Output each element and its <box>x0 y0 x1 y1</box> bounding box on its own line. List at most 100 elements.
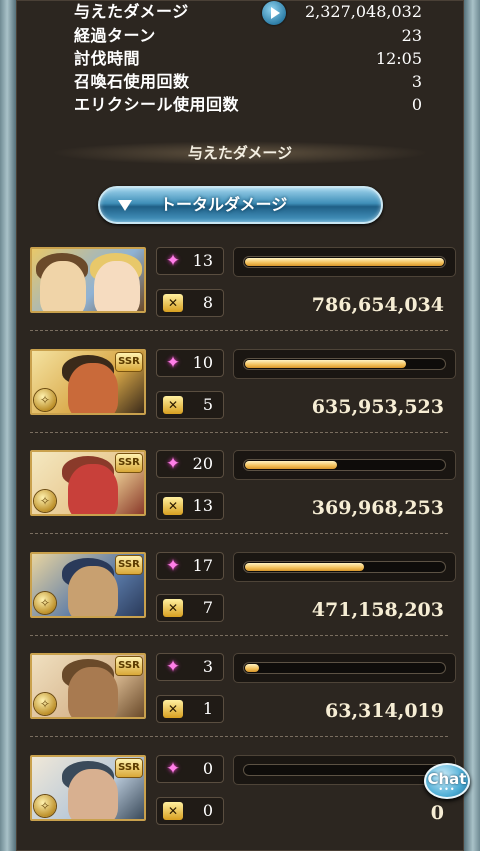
summary-value: 12:05 <box>375 49 422 68</box>
skill-count: 17 <box>192 556 213 575</box>
damage-gauge <box>233 247 456 277</box>
chain-burst-icon: ✕ <box>163 497 183 515</box>
skill-count: 20 <box>192 454 213 473</box>
play-icon[interactable] <box>262 1 286 25</box>
gauge-track <box>243 662 446 674</box>
character-portrait[interactable]: SSR ✧ <box>30 755 146 821</box>
chain-count-box: ✕ 5 <box>156 391 224 419</box>
character-row: SSR ✧ ✦ 3 ✕ 1 63,314,019 <box>30 653 456 743</box>
damage-gauge <box>233 755 456 785</box>
summary-label: 召喚石使用回数 <box>74 72 190 91</box>
sparkle-icon: ✦ <box>165 454 181 474</box>
ssr-badge: SSR <box>116 657 142 675</box>
row-divider <box>30 635 448 636</box>
skill-count: 0 <box>202 759 213 778</box>
light-element-icon: ✧ <box>34 592 56 614</box>
skill-count: 10 <box>192 353 213 372</box>
character-portrait[interactable]: SSR ✧ <box>30 653 146 719</box>
skill-count-box: ✦ 3 <box>156 653 224 681</box>
gauge-fill <box>245 258 444 266</box>
chain-count: 13 <box>192 496 213 515</box>
triangle-down-icon <box>118 200 132 211</box>
chain-burst-icon: ✕ <box>163 599 183 617</box>
frame-left <box>0 0 16 851</box>
gauge-fill <box>245 664 260 672</box>
gauge-fill <box>245 461 338 469</box>
frame-right <box>464 0 480 851</box>
chain-count: 1 <box>202 699 213 718</box>
skill-count-box: ✦ 10 <box>156 349 224 377</box>
damage-value: 0 <box>430 802 444 824</box>
character-row: ✦ 13 ✕ 8 786,654,034 <box>30 247 456 337</box>
gauge-fill <box>245 563 364 571</box>
gauge-track <box>243 764 446 776</box>
summary-label: 討伐時間 <box>74 49 141 68</box>
skill-count-box: ✦ 17 <box>156 552 224 580</box>
summary-row-summons: 召喚石使用回数 3 <box>74 70 422 93</box>
gauge-track <box>243 256 446 268</box>
damage-gauge <box>233 653 456 683</box>
ssr-badge: SSR <box>116 454 142 472</box>
row-divider <box>30 330 448 331</box>
chain-count-box: ✕ 1 <box>156 695 224 723</box>
summary-label: エリクシール使用回数 <box>74 95 240 114</box>
gauge-track <box>243 459 446 471</box>
chain-burst-icon: ✕ <box>163 802 183 820</box>
skill-count-box: ✦ 20 <box>156 450 224 478</box>
chain-count-box: ✕ 7 <box>156 594 224 622</box>
light-element-icon: ✧ <box>34 389 56 411</box>
gauge-track <box>243 561 446 573</box>
damage-gauge <box>233 552 456 582</box>
sparkle-icon: ✦ <box>165 759 181 779</box>
summary-row-elixir: エリクシール使用回数 0 <box>74 93 422 116</box>
chain-count: 8 <box>202 293 213 312</box>
summary-row-turns: 経過ターン 23 <box>74 24 422 47</box>
character-portrait[interactable]: SSR ✧ <box>30 552 146 618</box>
light-element-icon: ✧ <box>34 490 56 512</box>
damage-value: 63,314,019 <box>325 700 444 722</box>
summary-value: 23 <box>401 26 422 45</box>
chain-count: 0 <box>202 801 213 820</box>
skill-count-box: ✦ 0 <box>156 755 224 783</box>
chain-count-box: ✕ 8 <box>156 289 224 317</box>
light-element-icon: ✧ <box>34 795 56 817</box>
dropdown-label: トータルダメージ <box>160 195 288 214</box>
chain-count-box: ✕ 13 <box>156 492 224 520</box>
character-portrait[interactable] <box>30 247 146 313</box>
chain-count: 7 <box>202 598 213 617</box>
row-divider <box>30 736 448 737</box>
section-title: 与えたダメージ <box>50 141 430 165</box>
skill-count: 3 <box>202 657 213 676</box>
damage-value: 369,968,253 <box>311 497 444 519</box>
summary-label: 経過ターン <box>74 26 156 45</box>
chain-burst-icon: ✕ <box>163 396 183 414</box>
gauge-fill <box>245 360 406 368</box>
chain-burst-icon: ✕ <box>163 294 183 312</box>
skill-count: 13 <box>192 251 213 270</box>
summary-value: 3 <box>411 72 422 91</box>
skill-count-box: ✦ 13 <box>156 247 224 275</box>
row-divider <box>30 533 448 534</box>
chain-burst-icon: ✕ <box>163 700 183 718</box>
character-row: SSR ✧ ✦ 20 ✕ 13 369,968,253 <box>30 450 456 540</box>
damage-type-dropdown[interactable]: トータルダメージ <box>98 186 383 224</box>
character-portrait[interactable]: SSR ✧ <box>30 349 146 415</box>
damage-value: 635,953,523 <box>311 396 444 418</box>
damage-gauge <box>233 349 456 379</box>
character-row: SSR ✧ ✦ 0 ✕ 0 0 <box>30 755 456 845</box>
damage-value: 786,654,034 <box>311 294 444 316</box>
character-portrait[interactable]: SSR ✧ <box>30 450 146 516</box>
chat-dots: ••• <box>438 785 456 794</box>
summary-label: 与えたダメージ <box>74 2 189 21</box>
sparkle-icon: ✦ <box>165 556 181 576</box>
battle-summary: 与えたダメージ 2,327,048,032 経過ターン 23 討伐時間 12:0… <box>74 0 422 116</box>
ssr-badge: SSR <box>116 556 142 574</box>
chat-button[interactable]: Chat ••• <box>424 763 470 799</box>
summary-row-damage: 与えたダメージ 2,327,048,032 <box>74 0 422 25</box>
summary-value: 0 <box>411 95 422 114</box>
damage-gauge <box>233 450 456 480</box>
light-element-icon: ✧ <box>34 693 56 715</box>
summary-value: 2,327,048,032 <box>304 2 422 21</box>
summary-row-time: 討伐時間 12:05 <box>74 47 422 70</box>
sparkle-icon: ✦ <box>165 251 181 271</box>
